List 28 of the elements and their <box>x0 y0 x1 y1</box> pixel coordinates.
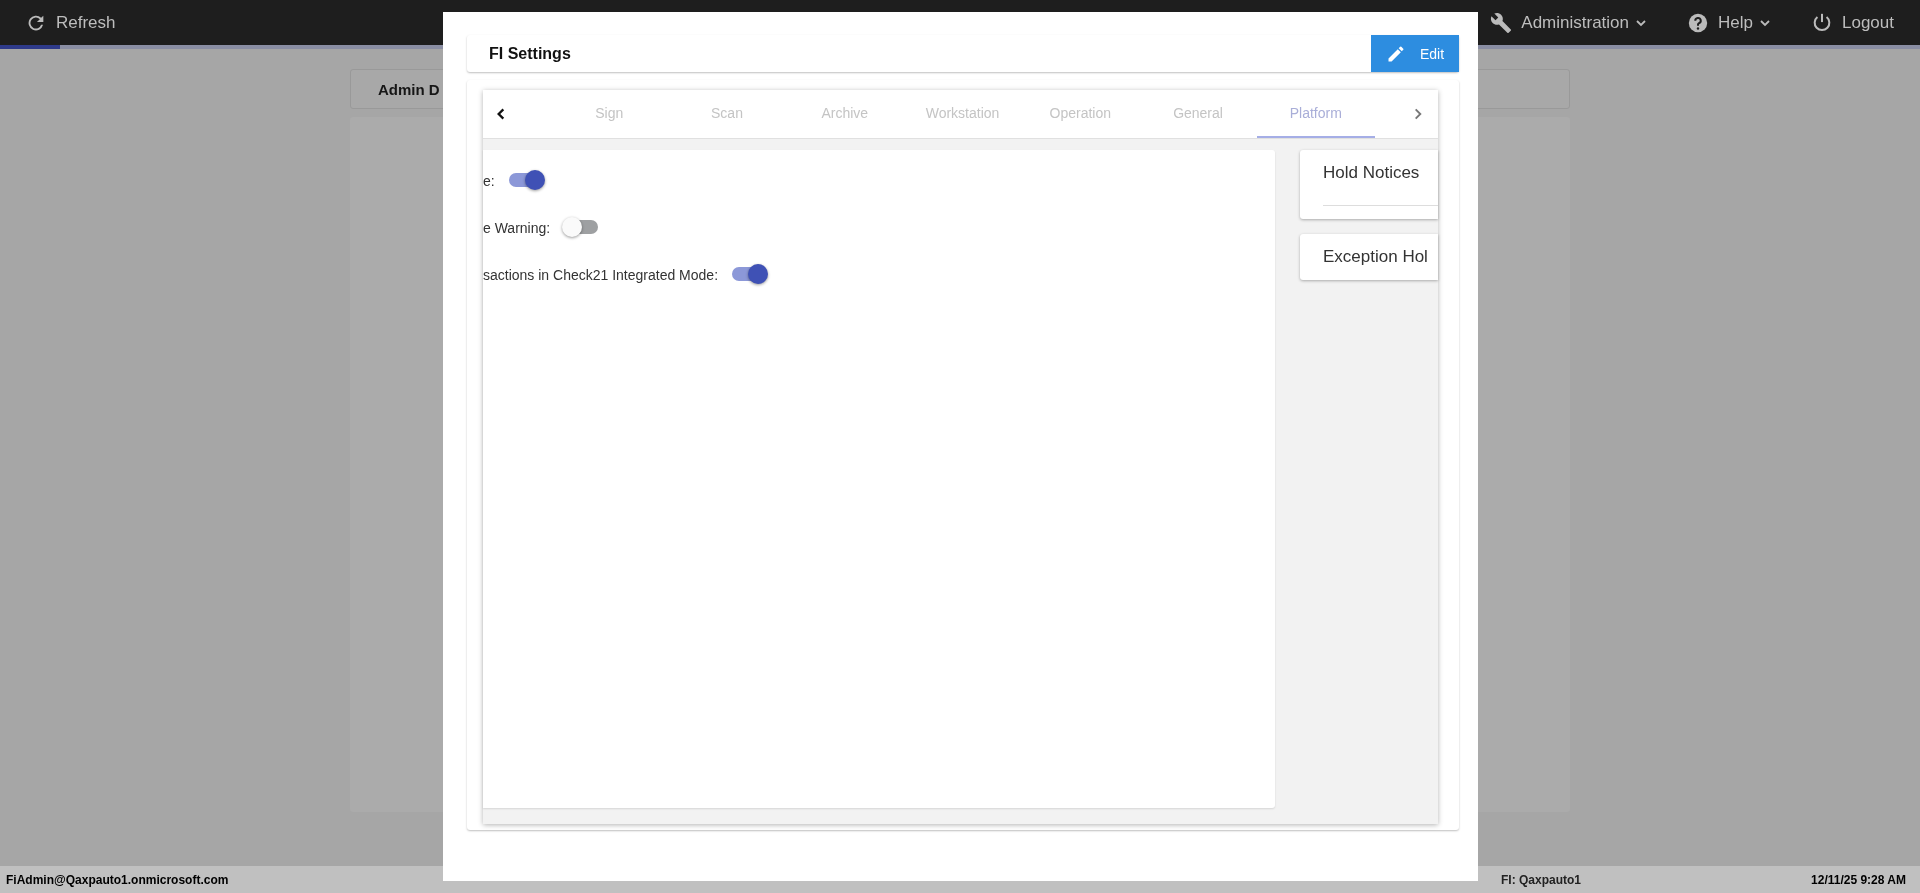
toggle-switch[interactable] <box>508 170 545 191</box>
help-icon <box>1687 11 1710 34</box>
card-title: Admin D <box>378 80 440 98</box>
fi-name: FI: Qaxpauto1 <box>1501 872 1582 887</box>
tab[interactable]: Sign <box>550 90 669 138</box>
user-email: FiAdmin@Qaxpauto1.onmicrosoft.com <box>6 872 229 887</box>
setting-label: sactions in Check21 Integrated Mode: <box>483 266 719 283</box>
toggle-switch[interactable] <box>732 264 769 285</box>
wrench-icon <box>1490 11 1513 34</box>
power-icon <box>1811 11 1833 34</box>
tab[interactable]: Scan <box>668 90 786 138</box>
dialog-title: FI Settings <box>488 44 571 63</box>
tab[interactable]: Operation <box>1021 90 1140 138</box>
administration-menu[interactable]: Administration <box>1490 11 1648 34</box>
help-menu[interactable]: Help <box>1687 11 1771 34</box>
setting-label: e: <box>483 172 495 189</box>
setting-label: e Warning: <box>483 219 551 236</box>
section-title: Hold Notices <box>1323 163 1420 182</box>
section-card[interactable]: Hold Notices <box>1300 150 1438 219</box>
edit-button[interactable]: Edit <box>1371 35 1459 72</box>
section-card[interactable]: Exception Hol <box>1300 234 1438 280</box>
refresh-button[interactable]: Refresh <box>25 11 116 34</box>
date-time: 12/11/25 9:28 AM <box>1811 872 1906 887</box>
tab[interactable]: General <box>1139 90 1257 138</box>
logout-menu[interactable]: Logout <box>1811 11 1894 34</box>
tab[interactable]: Workstation <box>903 90 1022 138</box>
tab[interactable]: Archive <box>785 90 904 138</box>
section-title: Exception Hol <box>1323 247 1428 266</box>
